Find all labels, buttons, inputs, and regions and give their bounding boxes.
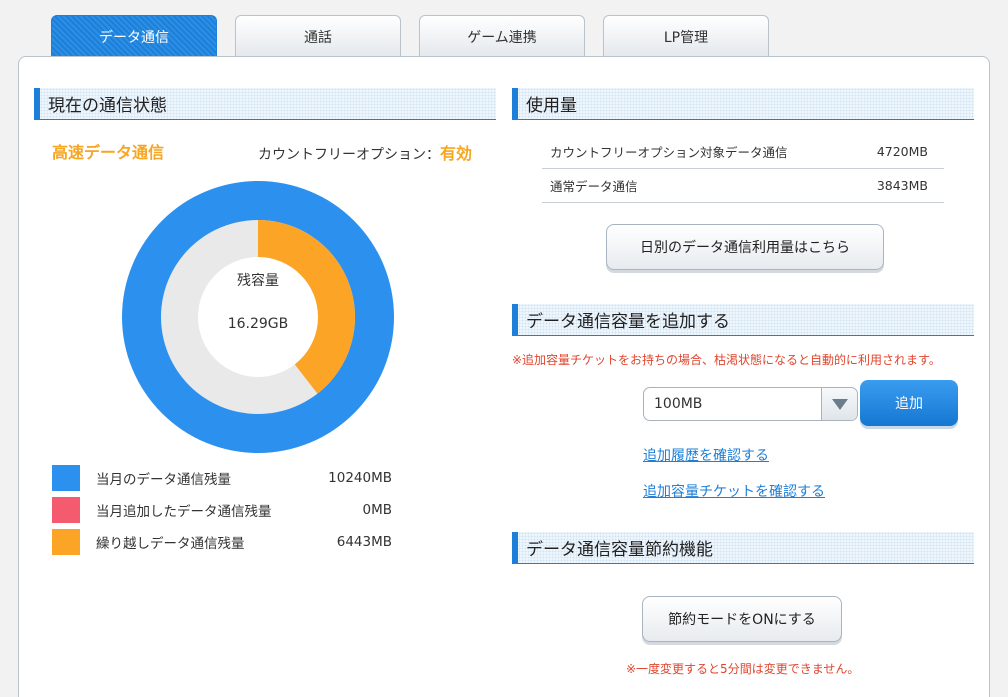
legend-swatch — [52, 465, 80, 491]
add-capacity-heading: データ通信容量を追加する — [512, 304, 974, 336]
tab-bar: データ通信 通話 ゲーム連携 LP管理 — [51, 15, 769, 57]
save-mode-button[interactable]: 節約モードをONにする — [642, 596, 842, 642]
add-ticket-link[interactable]: 追加容量チケットを確認する — [643, 481, 825, 501]
usage-value: 4720MB — [876, 144, 928, 159]
connection-mode: 高速データ通信 — [52, 143, 165, 162]
save-mode-heading: データ通信容量節約機能 — [512, 532, 974, 564]
remaining-caption: 残容量 — [237, 273, 279, 289]
legend-item: 繰り越しデータ通信残量 6443MB — [52, 526, 392, 558]
tab-call[interactable]: 通話 — [235, 15, 401, 57]
legend-item: 当月追加したデータ通信残量 0MB — [52, 494, 392, 526]
legend-label: 繰り越しデータ通信残量 — [96, 536, 245, 552]
tab-game[interactable]: ゲーム連携 — [419, 15, 585, 57]
donut-legend: 当月のデータ通信残量 10240MB 当月追加したデータ通信残量 0MB 繰り越… — [52, 462, 392, 558]
usage-row: 通常データ通信 3843MB — [542, 169, 944, 203]
save-mode-note: ※一度変更すると5分間は変更できません。 — [626, 662, 860, 676]
usage-value: 3843MB — [876, 178, 928, 193]
legend-value: 0MB — [362, 502, 393, 518]
chevron-down-icon[interactable] — [821, 388, 857, 420]
legend-value: 6443MB — [336, 534, 392, 550]
legend-label: 当月追加したデータ通信残量 — [96, 504, 272, 520]
usage-label: 通常データ通信 — [550, 179, 638, 194]
remaining-total: 16.29GB — [227, 316, 289, 332]
legend-swatch — [52, 497, 80, 523]
option-label: カウントフリーオプション： — [258, 147, 440, 163]
usage-label: カウントフリーオプション対象データ通信 — [550, 145, 788, 160]
add-capacity-note: ※追加容量チケットをお持ちの場合、枯渇状態になると自動的に利用されます。 — [512, 353, 941, 367]
add-button[interactable]: 追加 — [860, 380, 958, 426]
daily-usage-button[interactable]: 日別のデータ通信利用量はこちら — [606, 224, 884, 270]
usage-heading: 使用量 — [512, 88, 974, 120]
legend-label: 当月のデータ通信残量 — [96, 472, 231, 488]
add-history-link[interactable]: 追加履歴を確認する — [643, 445, 769, 465]
capacity-selected-value: 100MB — [654, 396, 703, 412]
usage-table: カウントフリーオプション対象データ通信 4720MB 通常データ通信 3843M… — [542, 135, 944, 203]
legend-item: 当月のデータ通信残量 10240MB — [52, 462, 392, 494]
count-free-option: カウントフリーオプション：有効 — [258, 140, 472, 164]
legend-value: 10240MB — [328, 470, 392, 486]
status-heading: 現在の通信状態 — [34, 88, 496, 120]
usage-row: カウントフリーオプション対象データ通信 4720MB — [542, 135, 944, 169]
tab-lp[interactable]: LP管理 — [603, 15, 769, 57]
legend-swatch — [52, 529, 80, 555]
tab-data[interactable]: データ通信 — [51, 15, 217, 57]
capacity-select[interactable]: 100MB — [643, 387, 858, 421]
donut-center-label: 残容量 16.29GB — [160, 270, 356, 332]
option-value: 有効 — [440, 144, 473, 163]
